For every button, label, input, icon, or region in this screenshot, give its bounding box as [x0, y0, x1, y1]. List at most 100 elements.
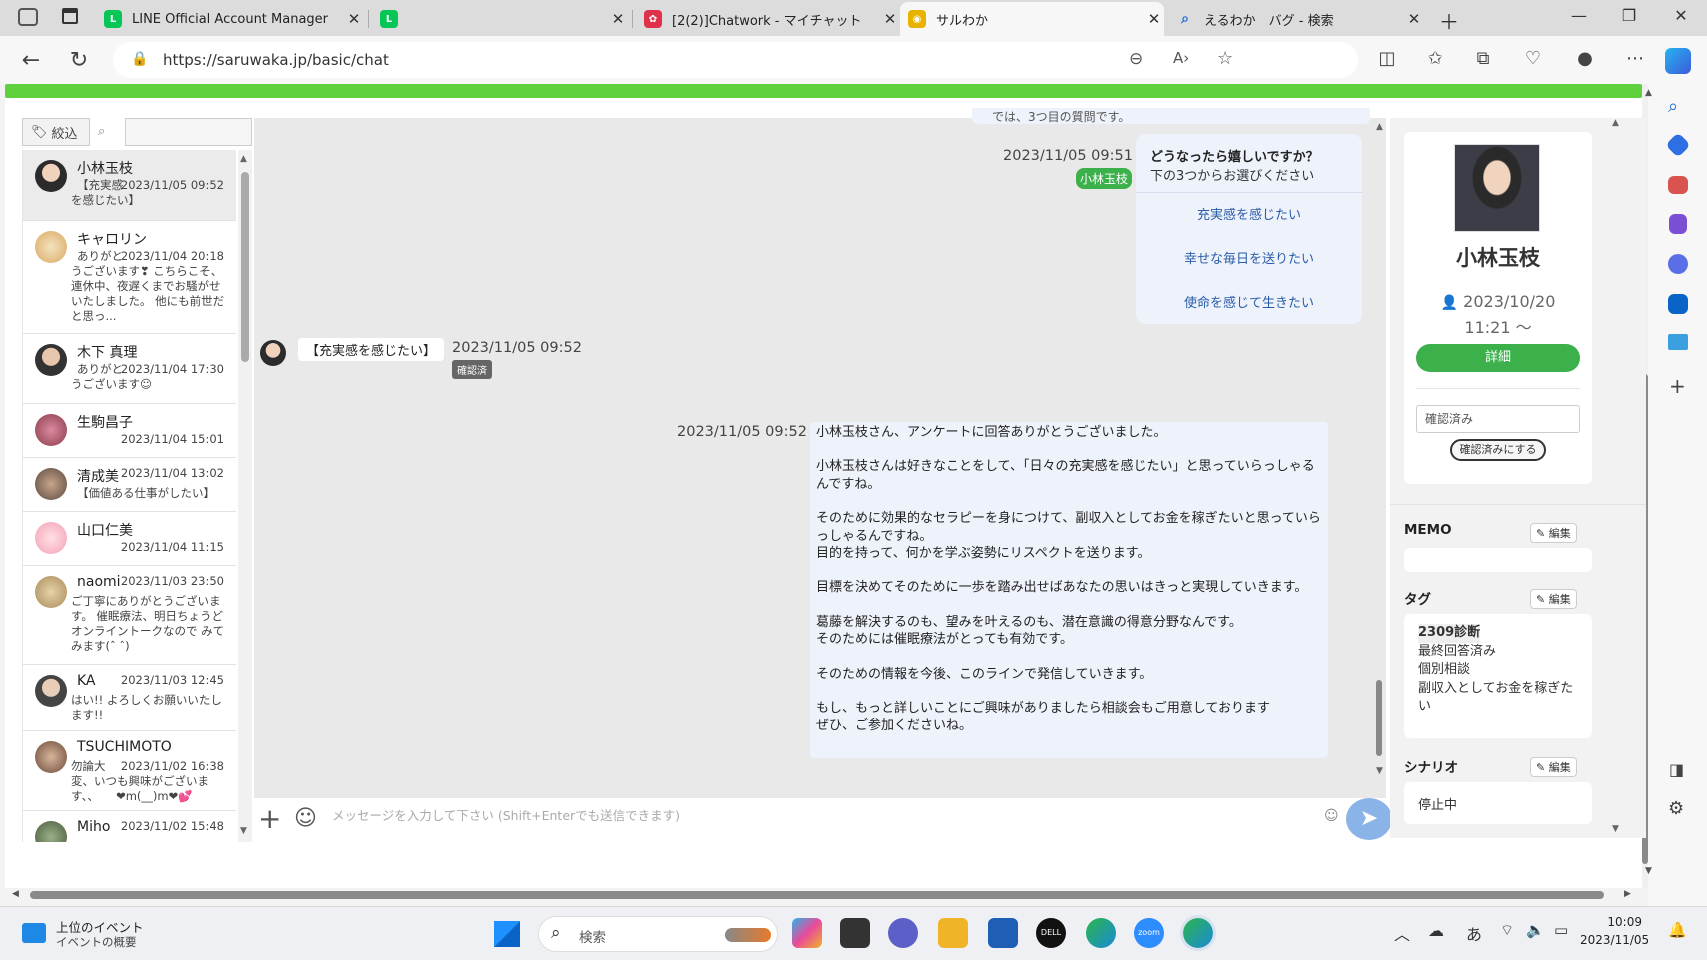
profile-scrollbar[interactable]: ▲ ▼	[1612, 118, 1622, 838]
emoji-icon[interactable]: ☺	[294, 806, 317, 831]
read-aloud-icon[interactable]: A›	[1173, 49, 1189, 67]
scroll-thumb[interactable]	[241, 172, 249, 362]
settings-gear-icon[interactable]: ⚙	[1668, 798, 1684, 819]
tag-edit-button[interactable]: ✎ 編集	[1530, 589, 1577, 609]
scroll-up-arrow-icon[interactable]: ▲	[1376, 122, 1383, 132]
tab-actions-icon[interactable]	[62, 8, 78, 24]
more-menu-icon[interactable]: ⋯	[1622, 48, 1648, 72]
close-icon[interactable]: ✕	[608, 10, 628, 28]
onedrive-icon[interactable]: ☁	[1428, 921, 1444, 940]
list-item[interactable]: 生駒昌子 2023/11/04 15:01	[23, 404, 236, 458]
scroll-up-arrow-icon[interactable]: ▲	[1645, 88, 1652, 98]
close-icon[interactable]: ✕	[880, 10, 900, 28]
zoom-icon[interactable]: zoom	[1134, 918, 1164, 948]
clock-date[interactable]: 2023/11/05	[1580, 933, 1649, 947]
copilot-app-icon[interactable]	[792, 918, 822, 948]
list-item[interactable]: 山口仁美 2023/11/04 11:15	[23, 512, 236, 566]
scroll-up-arrow-icon[interactable]: ▲	[240, 154, 247, 164]
friend-search-input[interactable]	[125, 118, 252, 146]
confirm-button[interactable]: 確認済みにする	[1450, 439, 1546, 461]
send-button[interactable]: ➤	[1346, 798, 1392, 840]
close-icon[interactable]: ✕	[344, 10, 364, 28]
tab-line-2[interactable]: L ✕	[372, 2, 628, 36]
scroll-down-arrow-icon[interactable]: ▼	[1376, 766, 1383, 776]
detail-button[interactable]: 詳細	[1416, 344, 1580, 372]
store-icon[interactable]	[988, 918, 1018, 948]
volume-icon[interactable]: 🔈	[1526, 921, 1545, 939]
scroll-up-arrow-icon[interactable]: ▲	[1612, 118, 1619, 128]
dell-icon[interactable]: DELL	[1036, 918, 1066, 948]
add-attachment-icon[interactable]: +	[258, 802, 281, 835]
scroll-right-arrow-icon[interactable]: ▶	[1624, 889, 1631, 899]
battery-icon[interactable]: ▭	[1554, 921, 1568, 939]
answer-option[interactable]: 使命を感じて生きたい	[1136, 292, 1362, 311]
answer-option[interactable]: 充実感を感じたい	[1136, 204, 1362, 223]
search-icon[interactable]: ⌕	[1668, 96, 1678, 117]
list-item[interactable]: キャロリン ありがと 2023/11/04 20:18 うございます❣ こちらこ…	[23, 221, 236, 334]
scroll-thumb[interactable]	[1376, 680, 1382, 756]
copilot-icon[interactable]	[1665, 48, 1691, 74]
drop-icon[interactable]	[1668, 334, 1688, 350]
notification-icon[interactable]: 🔔	[1668, 921, 1687, 939]
favorite-star-icon[interactable]: ☆	[1217, 48, 1233, 69]
shopping-tag-icon[interactable]	[1665, 132, 1691, 158]
list-item[interactable]: KA 2023/11/03 12:45 はい!! よろしくお願いいたします!!	[23, 665, 236, 731]
status-input[interactable]: 確認済み	[1416, 405, 1580, 433]
back-icon[interactable]: ←	[18, 48, 44, 73]
widgets-icon[interactable]	[22, 923, 46, 943]
tab-search[interactable]: ⌕ えるわか バグ - 検索 ✕	[1168, 2, 1424, 36]
ime-indicator[interactable]: あ	[1466, 921, 1482, 945]
favorites-icon[interactable]: ✩	[1422, 48, 1448, 72]
close-icon[interactable]: ✕	[1144, 10, 1164, 28]
filter-button[interactable]: 🏷 絞込	[22, 118, 90, 146]
tab-line-manager[interactable]: L LINE Official Account Manager ✕	[96, 2, 364, 36]
scroll-down-arrow-icon[interactable]: ▼	[1645, 866, 1652, 876]
friend-list-scrollbar[interactable]: ▲ ▼	[238, 150, 252, 842]
scroll-left-arrow-icon[interactable]: ◀	[12, 889, 19, 899]
chat-scrollbar[interactable]: ▲ ▼	[1372, 118, 1386, 798]
horizontal-scrollbar[interactable]: ◀ ▶	[0, 888, 1642, 902]
stamp-icon[interactable]: ☺	[1324, 808, 1339, 824]
hide-sidebar-icon[interactable]: ◨	[1669, 760, 1684, 779]
list-item[interactable]: 清成美 2023/11/04 13:02 【価値ある仕事がしたい】	[23, 458, 236, 512]
close-icon[interactable]: ✕	[1404, 10, 1424, 28]
zoom-out-icon[interactable]: ⊖	[1129, 49, 1143, 69]
split-screen-icon[interactable]: ◫	[1374, 48, 1400, 72]
answer-option[interactable]: 幸せな毎日を送りたい	[1136, 248, 1362, 267]
list-item[interactable]: 木下 真理 ありがと 2023/11/04 17:30 うございます☺	[23, 334, 236, 404]
minimize-button[interactable]: —	[1564, 6, 1594, 25]
workspaces-icon[interactable]	[18, 8, 38, 26]
tab-saruwaka[interactable]: ◉ サルわか ✕	[900, 2, 1164, 36]
address-bar[interactable]: 🔒 https://saruwaka.jp/basic/chat ⊖ A› ☆	[113, 42, 1358, 78]
list-item[interactable]: TSUCHIMOTO 勿論大 2023/11/02 16:38 変、いつも興味が…	[23, 731, 236, 811]
microsoft365-icon[interactable]	[1668, 254, 1688, 274]
clock-time[interactable]: 10:09	[1580, 915, 1642, 929]
wifi-icon[interactable]: ⌔	[1500, 921, 1514, 940]
edge-active-icon[interactable]	[1180, 915, 1216, 951]
scroll-down-arrow-icon[interactable]: ▼	[240, 826, 247, 836]
list-item[interactable]: Miho 2023/11/02 15:48	[23, 811, 236, 842]
list-item[interactable]: naomi 2023/11/03 23:50 ご丁寧にありがとうございます。 催…	[23, 566, 236, 665]
message-input[interactable]: メッセージを入力して下さい (Shift+Enterでも送信できます)	[332, 804, 1272, 830]
tab-chatwork[interactable]: ✿ [2(2)]Chatwork - マイチャット ✕	[636, 2, 900, 36]
memo-edit-button[interactable]: ✎ 編集	[1530, 523, 1577, 543]
task-view-icon[interactable]	[840, 918, 870, 948]
new-tab-button[interactable]: ＋	[1434, 6, 1464, 35]
edge-icon[interactable]	[1086, 918, 1116, 948]
games-icon[interactable]	[1669, 214, 1687, 234]
taskbar-search[interactable]: ⌕ 検索	[538, 916, 778, 952]
profile-icon[interactable]: ●	[1572, 48, 1598, 72]
url-text[interactable]: https://saruwaka.jp/basic/chat	[163, 51, 389, 69]
start-icon[interactable]	[494, 921, 520, 947]
scroll-thumb[interactable]	[30, 891, 1604, 899]
teams-chat-icon[interactable]	[888, 918, 918, 948]
close-window-button[interactable]: ✕	[1666, 6, 1696, 25]
chevron-up-icon[interactable]: ︿	[1394, 921, 1410, 945]
browser-essentials-icon[interactable]: ♡	[1520, 48, 1546, 72]
scenario-edit-button[interactable]: ✎ 編集	[1530, 757, 1577, 777]
add-sidebar-app-icon[interactable]: +	[1669, 374, 1686, 398]
file-explorer-icon[interactable]	[938, 918, 968, 948]
collections-icon[interactable]: ⧉	[1470, 48, 1496, 72]
list-item[interactable]: 小林玉枝 【充実感 2023/11/05 09:52 を感じたい】	[23, 150, 236, 221]
outlook-icon[interactable]	[1668, 294, 1688, 314]
